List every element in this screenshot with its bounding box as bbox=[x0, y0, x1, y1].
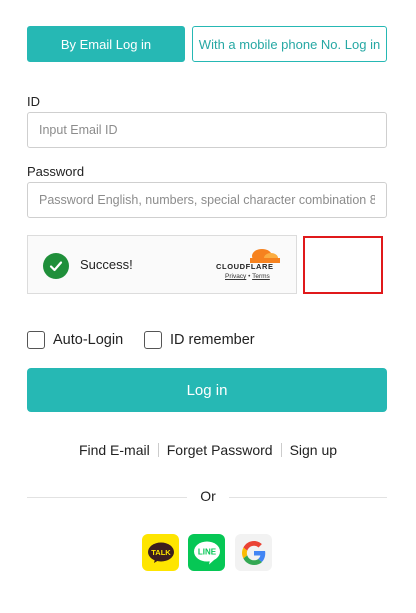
google-icon bbox=[241, 540, 265, 565]
kakao-talk-icon: TALK bbox=[147, 542, 174, 563]
password-input[interactable] bbox=[27, 182, 387, 218]
forget-password-link[interactable]: Forget Password bbox=[167, 442, 273, 458]
cloudflare-links: Privacy • Terms bbox=[225, 273, 270, 280]
id-remember-box[interactable] bbox=[144, 331, 162, 349]
tab-phone-login[interactable]: With a mobile phone No. Log in bbox=[192, 26, 387, 62]
line-login-button[interactable]: LINE bbox=[188, 534, 225, 571]
kakao-talk-text: TALK bbox=[151, 548, 171, 557]
auto-login-label: Auto-Login bbox=[53, 332, 124, 348]
google-login-button[interactable] bbox=[235, 534, 272, 571]
highlight-box bbox=[303, 236, 383, 294]
terms-link[interactable]: Terms bbox=[252, 273, 270, 280]
link-divider bbox=[157, 443, 159, 457]
link-divider bbox=[280, 443, 282, 457]
auto-login-box[interactable] bbox=[27, 331, 45, 349]
link-separator: • bbox=[248, 273, 251, 280]
id-label: ID bbox=[27, 94, 40, 109]
id-remember-label: ID remember bbox=[170, 332, 255, 348]
find-email-link[interactable]: Find E-mail bbox=[79, 442, 150, 458]
login-button[interactable]: Log in bbox=[27, 368, 387, 412]
privacy-link[interactable]: Privacy bbox=[225, 273, 246, 280]
id-remember-checkbox[interactable]: ID remember bbox=[144, 331, 255, 349]
cloudflare-brand: CLOUDFLARE bbox=[216, 262, 274, 271]
auto-login-checkbox[interactable]: Auto-Login bbox=[27, 331, 123, 349]
tab-email-login[interactable]: By Email Log in bbox=[27, 26, 185, 62]
login-button-label: Log in bbox=[186, 381, 228, 399]
captcha-status: Success! bbox=[80, 257, 133, 272]
line-text: LINE bbox=[197, 547, 216, 556]
tab-email-label: By Email Log in bbox=[60, 36, 152, 52]
sign-up-link[interactable]: Sign up bbox=[290, 442, 337, 458]
or-divider-text: Or bbox=[200, 488, 216, 504]
success-check-icon bbox=[43, 253, 69, 279]
divider-line-right bbox=[229, 497, 387, 498]
account-links: Find E-mail Forget Password Sign up bbox=[0, 442, 416, 458]
tab-phone-label: With a mobile phone No. Log in bbox=[198, 36, 381, 52]
cloudflare-captcha-widget: Success! CLOUDFLARE Privacy • Terms bbox=[27, 235, 297, 294]
kakao-login-button[interactable]: TALK bbox=[142, 534, 179, 571]
email-id-input[interactable] bbox=[27, 112, 387, 148]
password-label: Password bbox=[27, 164, 85, 179]
line-icon: LINE bbox=[193, 541, 220, 564]
